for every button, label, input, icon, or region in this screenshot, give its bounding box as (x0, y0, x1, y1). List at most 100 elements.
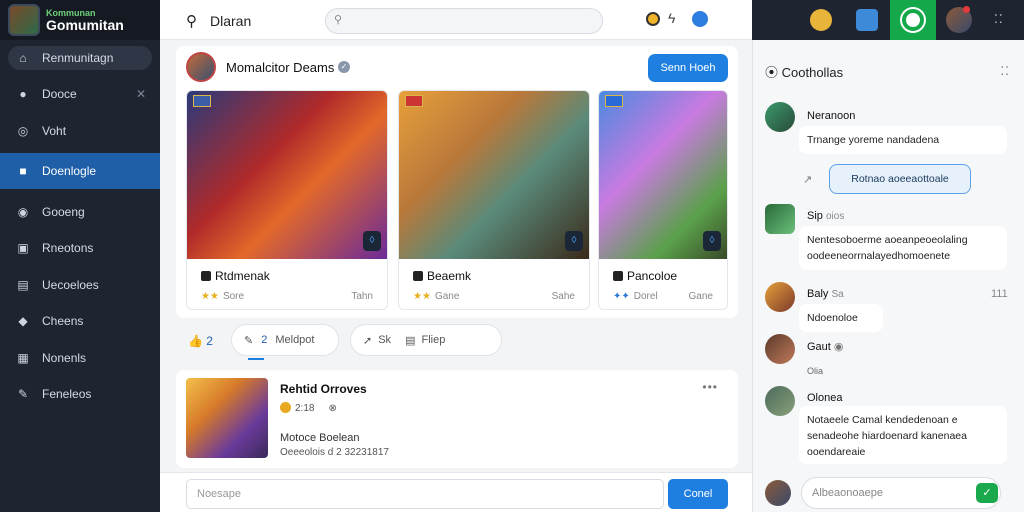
chat-bubble-icon (902, 9, 924, 31)
more-icon[interactable]: ⁚⁚ (994, 12, 1004, 26)
more-icon[interactable]: ••• (702, 380, 718, 394)
avatar[interactable] (765, 282, 795, 312)
bolt-icon[interactable]: ϟ (668, 10, 675, 26)
messages-button[interactable] (890, 0, 936, 40)
more-icon[interactable]: ⁚⁚ (1000, 64, 1010, 78)
smiley-icon[interactable] (646, 12, 660, 26)
sidebar-item-label: Gooeng (42, 204, 85, 219)
shield-icon: ◊ (703, 231, 721, 251)
avatar[interactable] (765, 480, 791, 506)
star-icon: ✦✦ (613, 291, 630, 302)
hero-thumbnail[interactable] (186, 378, 268, 458)
page-title: Dlaran (210, 13, 252, 29)
post-title[interactable]: Rehtid Orroves (280, 382, 367, 396)
globe-icon[interactable] (692, 11, 708, 27)
search-input[interactable] (325, 8, 603, 34)
friends-icon (856, 9, 878, 31)
sidebar-item-3[interactable]: ■ Doenlogle (0, 153, 160, 189)
profile-button[interactable] (936, 0, 982, 40)
message-input[interactable]: Noesape (186, 479, 664, 509)
game-tile[interactable]: ◊ Rtdmenak ★★ Sore Tahn (186, 90, 388, 310)
tile-meta: ★★ Sore (201, 291, 245, 302)
active-indicator (248, 358, 264, 360)
friends-button[interactable] (844, 0, 890, 40)
sidebar-item-6[interactable]: ▤ Uecoeloes (0, 271, 160, 299)
shield-icon: ◊ (565, 231, 583, 251)
composer: Noesape Conel (160, 472, 752, 512)
post-title[interactable]: Momalcitor Deams (226, 60, 334, 75)
sidebar-item-4[interactable]: ◉ Gooeng (0, 198, 160, 226)
send-button[interactable]: Conel (668, 479, 728, 509)
follow-button[interactable]: Senn Hoeh (648, 54, 728, 82)
tile-action[interactable]: Gane (689, 291, 713, 302)
tile-title: Pancoloe (613, 269, 677, 283)
sidebar-item-8[interactable]: ▦ Nonenls (0, 344, 160, 372)
chat-title: ⦿ Coothollas (765, 65, 844, 80)
search-icon[interactable]: ⚲ (186, 12, 197, 30)
controller-icon (413, 271, 423, 281)
filter-icon: ▤ (405, 334, 416, 347)
sidebar-item-label: Renmunitagn (42, 51, 114, 65)
sidebar-item-1[interactable]: ● Dooce ✕ (0, 80, 160, 108)
rank-icon (605, 95, 623, 107)
avatar[interactable] (765, 334, 795, 364)
controller-icon (201, 271, 211, 281)
like-button[interactable]: 👍 2 (188, 334, 213, 348)
brand-logo (8, 4, 40, 36)
notification-badge (963, 6, 970, 13)
trend-icon: ↗ (803, 174, 813, 186)
game-tile[interactable]: ◊ Pancoloe ✦✦ Dorel Gane (598, 90, 728, 310)
sidebar-item-label: Nonenls (42, 350, 87, 365)
send-icon[interactable]: ✓ (976, 483, 998, 503)
sidebar-item-7[interactable]: ◆ Cheens (0, 307, 160, 335)
message-meta: Olia (807, 366, 824, 376)
verified-icon: ✓ (338, 61, 350, 73)
avatar[interactable] (186, 52, 216, 82)
reply-button[interactable]: ✎ 2 Meldpot (231, 324, 339, 356)
coin-icon (280, 402, 291, 413)
avatar[interactable] (765, 102, 795, 132)
sidebar: Kommunan Gomumitan ⌂ Renmunitagn ● Dooce ✕ … (0, 0, 160, 512)
calendar-icon: ▦ (17, 350, 29, 365)
game-tile[interactable]: ◊ Beaemk ★★ Gane Sahe (398, 90, 590, 310)
share-button[interactable]: ➚ Sk ▤ Fliep (350, 324, 502, 356)
chat-input[interactable]: Albeaonoaepe (801, 477, 1001, 509)
filter-label: Fliep (421, 334, 446, 346)
post-subtitle: Motoce Boelean (280, 432, 360, 444)
message-bubble: Nentesoboerme aoeanpeoeolaling oodeeneor… (799, 226, 1007, 270)
close-icon[interactable]: ✕ (136, 87, 146, 101)
controller-icon (613, 271, 623, 281)
sidebar-item-label: Dooce (42, 87, 77, 101)
globe-icon: ◉ (17, 204, 29, 219)
pencil-icon: ✎ (244, 334, 254, 347)
tile-meta: ✦✦ Dorel (613, 291, 658, 302)
list-icon: ▤ (17, 277, 29, 292)
sidebar-item-label: Feneleos (42, 387, 92, 401)
avatar[interactable] (765, 204, 795, 234)
sent-message[interactable]: Rotnao aoeeaottoale (829, 164, 971, 194)
like-count: 2 (206, 334, 213, 348)
sidebar-item-2[interactable]: ◎ Voht (0, 117, 160, 145)
sidebar-item-5[interactable]: ▣ Rneotons (0, 234, 160, 262)
post-card: Momalcitor Deams ✓ Senn Hoeh ◊ Rtdmenak … (176, 46, 738, 318)
brand-name: Gomumitan (46, 16, 124, 33)
sidebar-item-9[interactable]: ✎ Feneleos (0, 380, 160, 408)
brand[interactable]: Kommunan Gomumitan (0, 0, 160, 40)
user-icon: ● (19, 87, 27, 101)
tile-title: Rtdmenak (201, 269, 270, 283)
tile-action[interactable]: Sahe (552, 291, 575, 302)
tile-action[interactable]: Tahn (351, 291, 373, 302)
message-bubble: Ndoenoloe (799, 304, 883, 332)
avatar[interactable] (765, 386, 795, 416)
sidebar-item-label: Uecoeloes (42, 277, 99, 292)
top-header: ⚲ Dlaran ⚲ ϟ (160, 0, 752, 40)
post-stats: 2:18 ⊗ (280, 402, 337, 414)
settings-icon: ◉ (833, 341, 844, 353)
hero-artwork (399, 91, 589, 259)
sidebar-item-0[interactable]: ⌂ Renmunitagn (8, 46, 152, 70)
notification-button[interactable] (798, 0, 844, 40)
message-time: 111 (991, 288, 1008, 300)
rank-icon (405, 95, 423, 107)
sidebar-nav: ⌂ Renmunitagn ● Dooce ✕ ◎ Voht ■ Doenlogle ◉ G… (0, 44, 160, 417)
message-author: Olonea (807, 392, 843, 404)
